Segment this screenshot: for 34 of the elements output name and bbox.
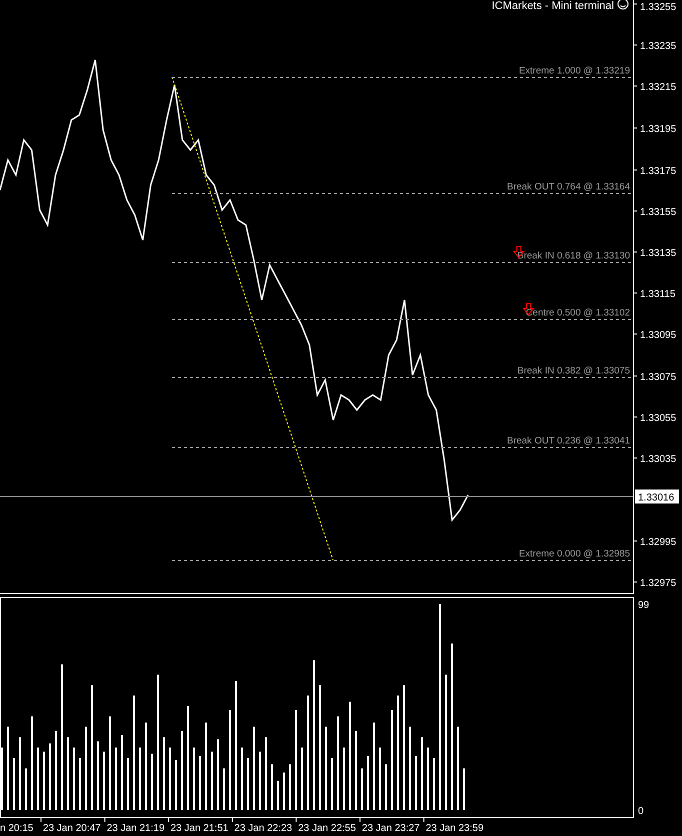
time-axis-label: 23 Jan 22:55	[298, 823, 356, 834]
level-label: Extreme 0.000 @ 1.32985	[518, 548, 630, 560]
level-label: Extreme 1.000 @ 1.33219	[518, 66, 630, 76]
price-axis-label: 1.33255	[640, 2, 676, 13]
volume-axis-label: 0	[638, 806, 644, 817]
price-axis-label: 1.33235	[640, 41, 676, 52]
level-label: Break IN 0.382 @ 1.33075	[517, 366, 630, 376]
price-axis-label: 1.33195	[640, 124, 676, 135]
time-axis-label: 23 Jan 21:19	[106, 823, 165, 834]
price-axis-label: 1.33055	[640, 413, 676, 424]
volume-axis-label: 99	[638, 600, 650, 611]
time-axis-label: 23 Jan 23:27	[362, 823, 420, 834]
price-axis-label: 1.33035	[640, 454, 676, 465]
price-axis-label: 1.33215	[640, 82, 676, 93]
level-label: Centre 0.500 @ 1.33102	[526, 308, 630, 318]
time-axis-label: 23 Jan 22:23	[234, 823, 292, 834]
time-axis-label: 23 Jan 23:59	[426, 823, 484, 834]
chart-title: ICMarkets - Mini terminal	[492, 0, 614, 12]
time-axis-label: 23 Jan 21:51	[170, 823, 228, 834]
level-label: Break OUT 0.764 @ 1.33164	[506, 182, 630, 192]
price-axis-label: 1.32995	[640, 537, 676, 548]
current-price-tag: 1.33016	[635, 490, 679, 504]
price-axis-label: 1.33095	[640, 330, 676, 341]
price-axis-label: 1.33115	[640, 289, 676, 300]
price-axis-label: 1.33155	[640, 207, 676, 218]
time-axis-label: 23 Jan 20:47	[42, 823, 101, 834]
price-axis-label: 1.33075	[640, 372, 676, 383]
smiley-icon	[618, 0, 628, 10]
level-label: Break OUT 0.236 @ 1.33041	[506, 436, 630, 446]
level-label: Break IN 0.618 @ 1.33130	[517, 250, 630, 262]
time-axis-label: n 20:15	[0, 823, 34, 834]
price-axis-label: 1.32975	[640, 578, 676, 589]
price-axis-label: 1.33175	[640, 166, 676, 177]
price-axis-label: 1.33135	[640, 248, 676, 259]
